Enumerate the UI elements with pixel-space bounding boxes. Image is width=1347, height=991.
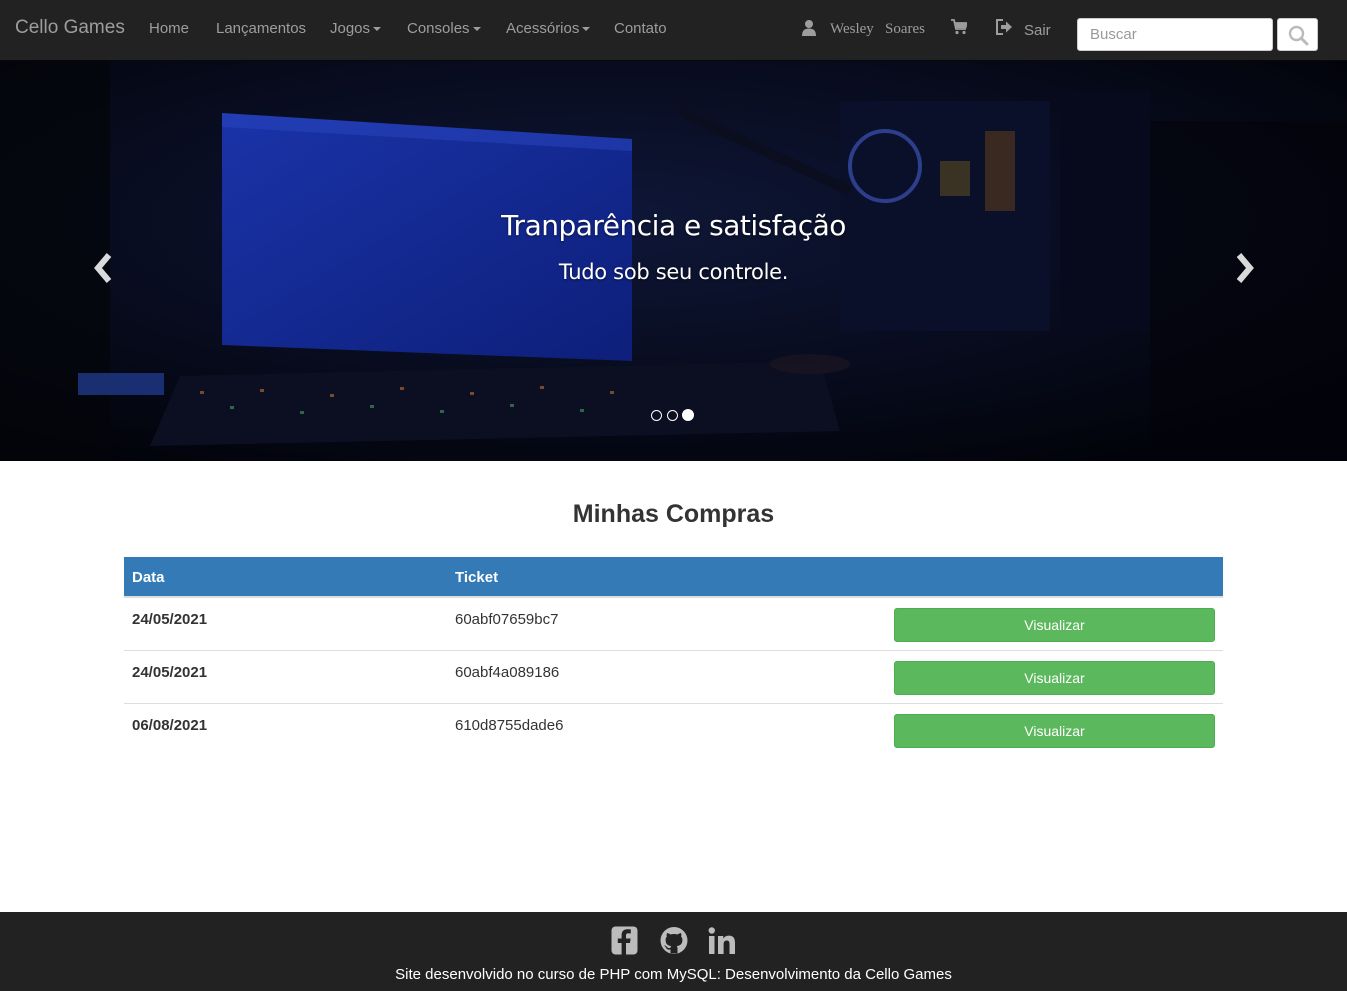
carousel-indicator-2[interactable] <box>667 410 678 421</box>
column-header-ticket: Ticket <box>455 569 499 586</box>
carousel-prev-button[interactable] <box>89 248 119 288</box>
nav-link-home[interactable]: Home <box>149 20 189 37</box>
search-button[interactable] <box>1277 18 1318 51</box>
user-last-name[interactable]: Soares <box>885 21 925 38</box>
nav-dropdown-label: Acessórios <box>506 20 580 37</box>
nav-link-lancamentos[interactable]: Lançamentos <box>216 20 306 37</box>
carousel-next-button[interactable] <box>1229 248 1259 288</box>
caret-down-icon <box>472 27 481 32</box>
shopping-cart-icon[interactable] <box>951 19 969 40</box>
search-input[interactable] <box>1077 18 1273 51</box>
site-footer: Site desenvolvido no curso de PHP com My… <box>0 912 1347 991</box>
caret-down-icon <box>373 27 382 32</box>
carousel-caption-subtitle: Tudo sob seu controle. <box>558 260 789 284</box>
purchase-ticket: 60abf4a089186 <box>455 664 560 681</box>
nav-link-contato[interactable]: Contato <box>614 20 667 37</box>
top-navbar: Cello Games Home Lançamentos Jogos Conso… <box>0 0 1347 61</box>
table-row: 06/08/2021 610d8755dade6 Visualizar <box>124 704 1223 757</box>
purchase-ticket: 610d8755dade6 <box>455 717 564 734</box>
purchase-date: 24/05/2021 <box>132 664 208 681</box>
page-title: Minhas Compras <box>572 500 775 528</box>
nav-dropdown-acessorios[interactable]: Acessórios <box>506 20 591 37</box>
view-purchase-button[interactable]: Visualizar <box>894 661 1215 695</box>
view-purchase-button[interactable]: Visualizar <box>894 714 1215 748</box>
purchase-date: 24/05/2021 <box>132 611 208 628</box>
carousel-indicator-1[interactable] <box>651 410 662 421</box>
github-icon[interactable] <box>660 926 688 960</box>
chevron-right-icon <box>1236 253 1254 283</box>
log-out-icon[interactable] <box>996 19 1013 40</box>
chevron-left-icon <box>94 253 112 283</box>
user-icon <box>801 19 817 41</box>
footer-credits: Site desenvolvido no curso de PHP com My… <box>395 966 952 983</box>
table-row: 24/05/2021 60abf4a089186 Visualizar <box>124 651 1223 704</box>
view-purchase-button[interactable]: Visualizar <box>894 608 1215 642</box>
linkedin-icon[interactable] <box>708 926 736 960</box>
hero-carousel: Tranparência e satisfação Tudo sob seu c… <box>0 61 1347 461</box>
brand-logo[interactable]: Cello Games <box>15 17 125 39</box>
purchase-ticket: 60abf07659bc7 <box>455 611 559 628</box>
table-row: 24/05/2021 60abf07659bc7 Visualizar <box>124 598 1223 651</box>
search-icon <box>1288 25 1309 46</box>
nav-dropdown-jogos[interactable]: Jogos <box>330 20 382 37</box>
carousel-caption-title: Tranparência e satisfação <box>501 209 846 242</box>
user-first-name[interactable]: Wesley <box>830 21 874 38</box>
column-header-date: Data <box>132 569 165 586</box>
logout-link[interactable]: Sair <box>1024 22 1051 39</box>
nav-dropdown-label: Consoles <box>407 20 470 37</box>
nav-dropdown-consoles[interactable]: Consoles <box>407 20 481 37</box>
carousel-indicator-3[interactable] <box>682 409 694 421</box>
facebook-icon[interactable] <box>611 926 638 960</box>
caret-down-icon <box>582 27 591 32</box>
nav-dropdown-label: Jogos <box>330 20 371 37</box>
table-header: Data Ticket <box>124 557 1223 598</box>
purchase-date: 06/08/2021 <box>132 717 208 734</box>
